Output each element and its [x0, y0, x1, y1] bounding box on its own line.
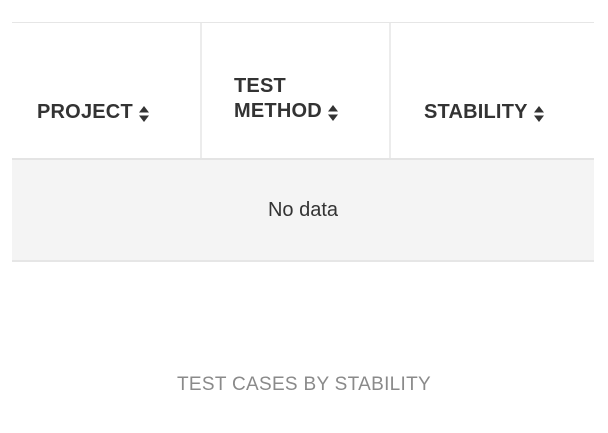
sort-icon[interactable]: [533, 105, 545, 123]
column-header-label: TEST METHOD: [234, 75, 322, 122]
column-header-test-method[interactable]: TEST METHOD: [200, 23, 389, 158]
column-header-project[interactable]: PROJECT: [12, 23, 200, 158]
column-header-stability[interactable]: STABILITY: [389, 23, 594, 158]
table-header-row: PROJECT TEST METHOD STABILITY: [12, 22, 594, 160]
section-title: TEST CASES BY STABILITY: [177, 374, 431, 395]
column-header-label: PROJECT: [37, 101, 133, 123]
empty-state-row: No data: [12, 160, 594, 262]
empty-state-text: No data: [267, 198, 339, 221]
column-header-label: STABILITY: [424, 101, 528, 123]
sort-icon[interactable]: [327, 104, 339, 122]
sort-icon[interactable]: [138, 105, 150, 123]
test-cases-table: PROJECT TEST METHOD STABILITY No data: [12, 22, 594, 262]
page: PROJECT TEST METHOD STABILITY No data TE…: [0, 0, 608, 433]
